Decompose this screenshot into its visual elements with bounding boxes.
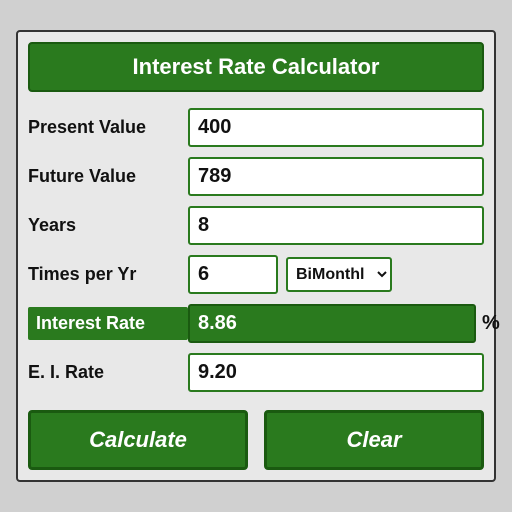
years-input[interactable] (188, 206, 484, 245)
present-value-label: Present Value (28, 117, 188, 138)
years-row: Years (28, 206, 484, 245)
interest-rate-row: Interest Rate % (28, 304, 484, 343)
frequency-dropdown[interactable]: Annual SemiAnnl Quarterly BiMonthl Month… (286, 257, 392, 292)
present-value-row: Present Value (28, 108, 484, 147)
interest-rate-input[interactable] (188, 304, 476, 343)
calculate-button[interactable]: Calculate (28, 410, 248, 470)
calculator-container: Interest Rate Calculator Present Value F… (16, 30, 496, 482)
ei-rate-input[interactable] (188, 353, 484, 392)
future-value-row: Future Value (28, 157, 484, 196)
percent-sign: % (482, 312, 500, 335)
times-per-yr-label: Times per Yr (28, 264, 188, 285)
interest-rate-label: Interest Rate (28, 307, 188, 340)
ei-rate-label: E. I. Rate (28, 362, 188, 383)
app-title: Interest Rate Calculator (28, 42, 484, 92)
times-per-yr-input[interactable] (188, 255, 278, 294)
times-controls: Annual SemiAnnl Quarterly BiMonthl Month… (188, 255, 484, 294)
years-label: Years (28, 215, 188, 236)
clear-button[interactable]: Clear (264, 410, 484, 470)
ei-rate-row: E. I. Rate (28, 353, 484, 392)
times-per-yr-row: Times per Yr Annual SemiAnnl Quarterly B… (28, 255, 484, 294)
present-value-input[interactable] (188, 108, 484, 147)
button-row: Calculate Clear (28, 410, 484, 470)
future-value-label: Future Value (28, 166, 188, 187)
future-value-input[interactable] (188, 157, 484, 196)
